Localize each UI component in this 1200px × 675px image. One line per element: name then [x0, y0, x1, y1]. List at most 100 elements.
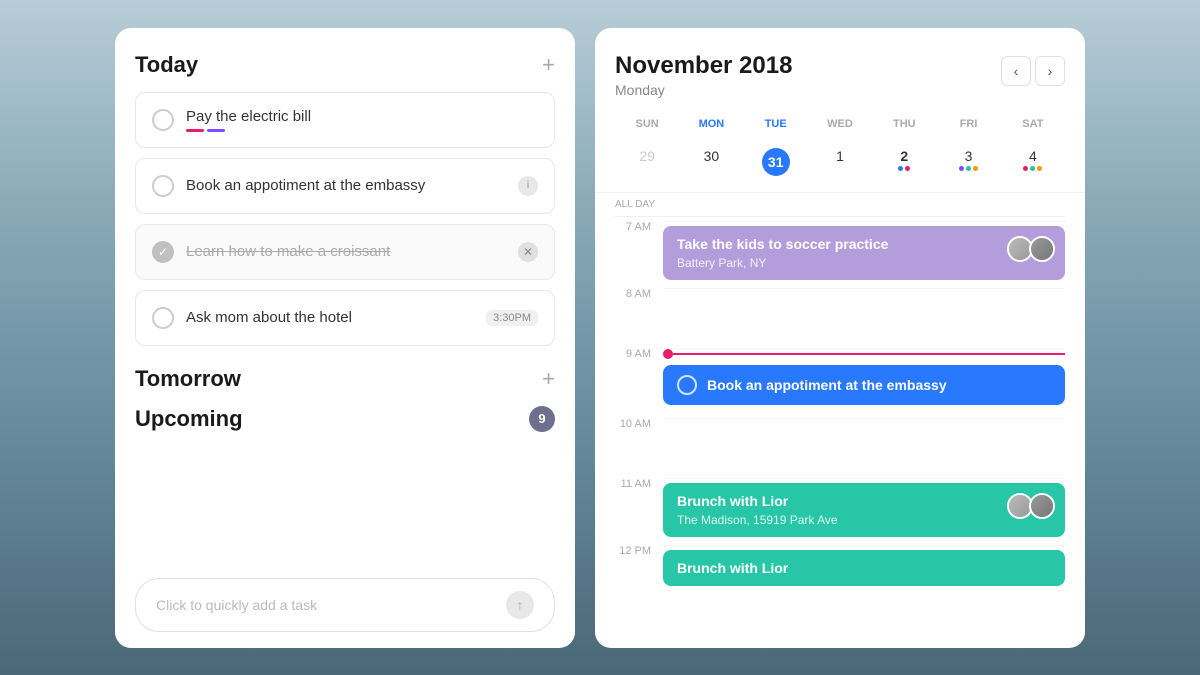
calendar-date[interactable]: 1: [808, 142, 872, 182]
task-tag: i: [518, 176, 538, 196]
day-header-mon: MON: [679, 114, 743, 134]
quick-add-input[interactable]: Click to quickly add a task ↑: [135, 578, 555, 632]
calendar-day-headers: SUN MON TUE WED THU FRI SAT: [615, 114, 1065, 134]
event-block-brunch[interactable]: Brunch with Lior The Madison, 15919 Park…: [663, 483, 1065, 537]
tomorrow-title: Tomorrow: [135, 366, 241, 392]
time-label: 9 AM: [615, 348, 651, 360]
event-row-blue: Book an appotiment at the embassy: [677, 375, 1051, 395]
task-text: Ask mom about the hotel: [186, 309, 474, 326]
time-label: 8 AM: [615, 288, 651, 300]
tomorrow-header: Tomorrow +: [135, 366, 555, 392]
event-location: Battery Park, NY: [677, 256, 1051, 270]
avatar: [1029, 236, 1055, 262]
event-block-brunch2[interactable]: Brunch with Lior: [663, 550, 1065, 586]
event-title: Take the kids to soccer practice: [677, 236, 1051, 252]
time-content: Brunch with Lior: [663, 545, 1065, 594]
event-avatars: [1007, 236, 1055, 262]
todo-panel: Today + Pay the electric bill Book an ap…: [115, 28, 575, 648]
add-today-button[interactable]: +: [542, 54, 555, 76]
calendar-next-button[interactable]: ›: [1035, 56, 1065, 86]
today-header: Today +: [135, 52, 555, 78]
day-header-tue: TUE: [744, 114, 808, 134]
time-label: 7 AM: [615, 221, 651, 233]
date-dot: [1023, 166, 1028, 171]
time-content: Brunch with Lior The Madison, 15919 Park…: [663, 478, 1065, 545]
upcoming-header: Upcoming 9: [135, 406, 555, 432]
calendar-nav: ‹ ›: [1001, 56, 1065, 86]
upcoming-badge: 9: [529, 406, 555, 432]
task-content: Pay the electric bill: [186, 108, 538, 132]
date-dot: [973, 166, 978, 171]
task-checkbox[interactable]: [152, 175, 174, 197]
task-content: Book an appotiment at the embassy: [186, 177, 506, 194]
task-text: Book an appotiment at the embassy: [186, 177, 506, 194]
quick-add-placeholder: Click to quickly add a task: [156, 597, 317, 613]
task-content: Learn how to make a croissant: [186, 243, 506, 260]
time-label: 10 AM: [615, 418, 651, 430]
calendar-date-today[interactable]: 31: [744, 142, 808, 182]
time-content: [663, 288, 1065, 297]
time-row-9am: 9 AM Book an appotiment at the embassy: [615, 348, 1065, 418]
date-dot: [1037, 166, 1042, 171]
task-remove-button[interactable]: ✕: [518, 242, 538, 262]
now-line-bar: [673, 353, 1065, 355]
time-row-10am: 10 AM: [615, 418, 1065, 478]
task-checkbox[interactable]: [152, 307, 174, 329]
day-header-thu: THU: [872, 114, 936, 134]
calendar-title-block: November 2018 Monday: [615, 52, 792, 98]
task-text: Pay the electric bill: [186, 108, 538, 125]
quick-add-send-button[interactable]: ↑: [506, 591, 534, 619]
time-content: Book an appotiment at the embassy: [663, 348, 1065, 413]
date-dot: [1030, 166, 1035, 171]
time-row-12pm: 12 PM Brunch with Lior: [615, 545, 1065, 605]
date-dot: [959, 166, 964, 171]
calendar-day-name: Monday: [615, 82, 792, 98]
event-title: Book an appotiment at the embassy: [707, 377, 947, 393]
time-row-7am: 7 AM Take the kids to soccer practice Ba…: [615, 221, 1065, 288]
all-day-label: ALL DAY: [615, 199, 655, 210]
calendar-date[interactable]: 2: [872, 142, 936, 182]
upcoming-title: Upcoming: [135, 406, 243, 432]
calendar-prev-button[interactable]: ‹: [1001, 56, 1031, 86]
calendar-date[interactable]: 4: [1001, 142, 1065, 182]
task-text-completed: Learn how to make a croissant: [186, 243, 506, 260]
date-dot: [966, 166, 971, 171]
event-block-embassy[interactable]: Book an appotiment at the embassy: [663, 365, 1065, 405]
task-checkbox[interactable]: [152, 109, 174, 131]
time-row-11am: 11 AM Brunch with Lior The Madison, 1591…: [615, 478, 1065, 545]
avatar: [1029, 493, 1055, 519]
day-header-sun: SUN: [615, 114, 679, 134]
event-location: The Madison, 15919 Park Ave: [677, 513, 1051, 527]
color-dot: [207, 129, 225, 132]
time-label: 11 AM: [615, 478, 651, 490]
task-content: Ask mom about the hotel: [186, 309, 474, 326]
task-dots: [186, 129, 538, 132]
task-time-badge: 3:30PM: [486, 310, 538, 326]
calendar-panel: November 2018 Monday ‹ › SUN MON TUE WED…: [595, 28, 1085, 648]
add-tomorrow-button[interactable]: +: [542, 368, 555, 390]
task-item: Book an appotiment at the embassy i: [135, 158, 555, 214]
now-line: [663, 349, 1065, 359]
day-header-sat: SAT: [1001, 114, 1065, 134]
event-title: Brunch with Lior: [677, 493, 1051, 509]
event-avatars: [1007, 493, 1055, 519]
color-dot: [186, 129, 204, 132]
calendar-date[interactable]: 3: [936, 142, 1000, 182]
calendar-date[interactable]: 30: [679, 142, 743, 182]
time-row-8am: 8 AM: [615, 288, 1065, 348]
now-dot: [663, 349, 673, 359]
day-header-wed: WED: [808, 114, 872, 134]
task-item: Pay the electric bill: [135, 92, 555, 148]
today-title: Today: [135, 52, 198, 78]
calendar-dates: 29 30 31 1 2 3: [615, 142, 1065, 182]
task-checkbox-done[interactable]: [152, 241, 174, 263]
calendar-header: November 2018 Monday ‹ ›: [615, 52, 1065, 98]
date-dot: [898, 166, 903, 171]
calendar-scroll-area: ALL DAY 7 AM Take the kids to soccer pra…: [595, 193, 1085, 648]
time-content: [663, 418, 1065, 427]
date-dot: [905, 166, 910, 171]
calendar-date[interactable]: 29: [615, 142, 679, 182]
event-block-soccer[interactable]: Take the kids to soccer practice Battery…: [663, 226, 1065, 280]
calendar-month-year: November 2018: [615, 52, 792, 80]
event-checkbox[interactable]: [677, 375, 697, 395]
